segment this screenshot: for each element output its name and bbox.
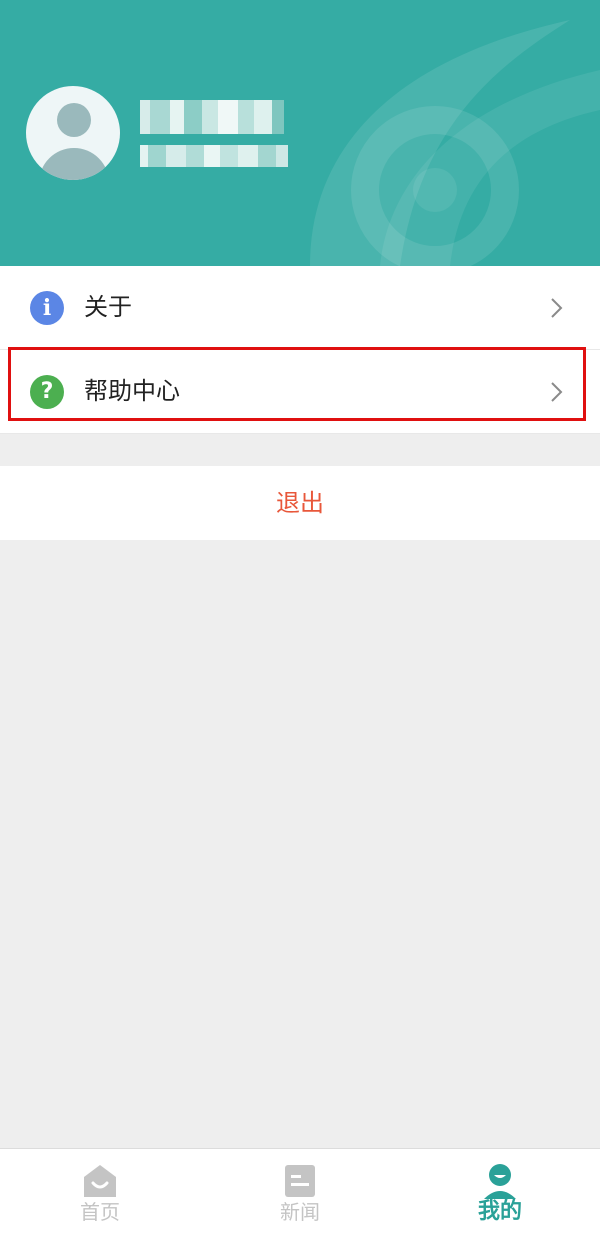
avatar-head <box>57 103 91 137</box>
avatar-body <box>39 148 109 180</box>
avatar[interactable] <box>26 86 120 180</box>
info-icon: i <box>30 291 64 325</box>
highlight-box <box>8 347 586 421</box>
logout-button[interactable]: 退出 <box>0 466 600 540</box>
tab-news[interactable]: 新闻 <box>200 1149 400 1243</box>
tab-label: 新闻 <box>280 1200 320 1224</box>
home-icon <box>84 1165 116 1197</box>
menu-item-label: 关于 <box>84 293 132 321</box>
phone-pixelated <box>140 145 288 167</box>
username-pixelated <box>140 100 284 134</box>
tab-home[interactable]: 首页 <box>0 1149 200 1243</box>
menu-item-about[interactable]: i 关于 <box>0 266 600 350</box>
tab-label: 我的 <box>477 1199 522 1224</box>
tab-label: 首页 <box>80 1200 120 1224</box>
news-icon <box>285 1165 315 1197</box>
bottom-tab-bar: 首页 新闻 我的 <box>0 1148 600 1243</box>
chevron-right-icon <box>551 298 563 318</box>
tab-mine[interactable]: 我的 <box>400 1149 600 1243</box>
decorative-swirl-icon <box>310 20 600 266</box>
profile-header <box>0 0 600 266</box>
profile-icon <box>484 1164 516 1199</box>
